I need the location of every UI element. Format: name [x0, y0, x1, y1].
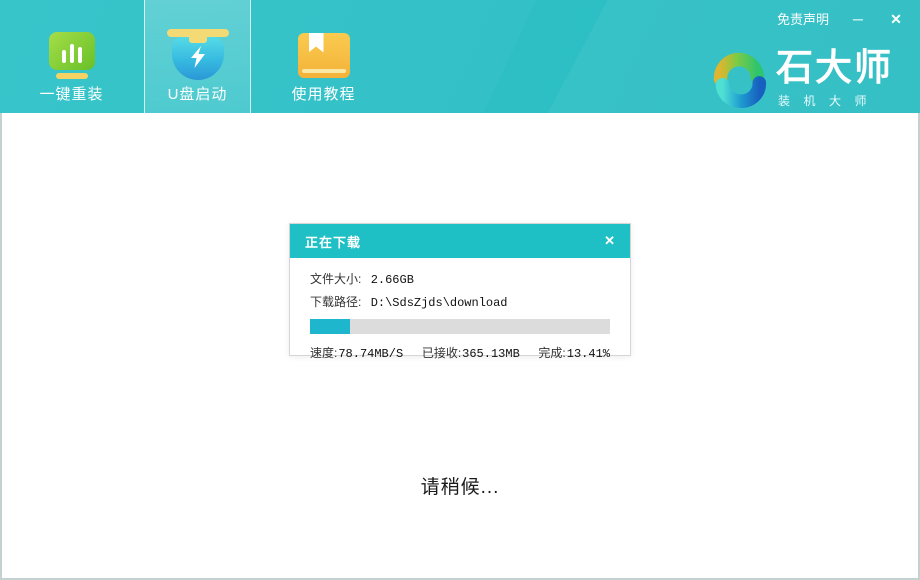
header-bar: 一键重装 U盘启动 [0, 0, 920, 113]
brand-name: 石大师 [776, 49, 893, 88]
speed-value: 78.74MB/S [338, 347, 403, 361]
close-button[interactable]: ✕ [887, 10, 905, 28]
speed-stat: 速度:78.74MB/S [310, 344, 403, 361]
tab-tutorial[interactable]: 使用教程 [270, 0, 377, 113]
tab-one-key-reinstall[interactable]: 一键重装 [18, 0, 125, 113]
tutorial-iconbox [298, 28, 350, 82]
download-dialog: 正在下载 ✕ 文件大小: 2.66GB 下载路径: D:\SdsZjds\dow… [289, 223, 631, 356]
progress-bar-fill [310, 319, 350, 334]
book-icon [298, 33, 350, 78]
brand-swirl-icon [709, 49, 767, 109]
progress-bar-track [310, 319, 610, 334]
dialog-close-icon[interactable]: ✕ [604, 233, 615, 249]
app-window: 一键重装 U盘启动 [0, 0, 920, 580]
done-value: 13.41% [567, 347, 610, 361]
done-stat: 完成:13.41% [538, 344, 610, 361]
brand-logo: 石大师 装机大师 [709, 49, 893, 109]
main-nav-tabs: 一键重装 U盘启动 [18, 0, 377, 113]
dialog-title: 正在下载 [305, 232, 361, 251]
disclaimer-link[interactable]: 免责声明 [777, 9, 829, 28]
please-wait-text: 请稍候... [2, 472, 918, 499]
minimize-button[interactable]: ─ [849, 10, 867, 28]
tab-label: 使用教程 [291, 83, 355, 104]
tab-usb-boot[interactable]: U盘启动 [144, 0, 251, 113]
monitor-chart-icon [48, 32, 96, 79]
file-size-value: 2.66GB [371, 273, 414, 287]
speed-label: 速度: [310, 346, 337, 360]
usb-drive-icon [167, 29, 229, 81]
download-path-row: 下载路径: D:\SdsZjds\download [310, 291, 610, 314]
dialog-body: 文件大小: 2.66GB 下载路径: D:\SdsZjds\download 速… [290, 258, 630, 361]
lightning-bolt-icon [191, 46, 206, 68]
received-value: 365.13MB [462, 347, 520, 361]
brand-texts: 石大师 装机大师 [776, 49, 893, 109]
tab-label: 一键重装 [39, 83, 103, 104]
dialog-titlebar: 正在下载 ✕ [290, 224, 630, 258]
download-path-label: 下载路径: [310, 295, 361, 309]
reinstall-iconbox [48, 28, 96, 82]
done-label: 完成: [538, 346, 565, 360]
usb-iconbox [167, 28, 229, 82]
titlebar-controls: 免责声明 ─ ✕ [777, 9, 905, 28]
file-size-row: 文件大小: 2.66GB [310, 268, 610, 291]
download-path-value: D:\SdsZjds\download [371, 296, 508, 310]
main-content: 正在下载 ✕ 文件大小: 2.66GB 下载路径: D:\SdsZjds\dow… [0, 113, 920, 580]
received-stat: 已接收:365.13MB [422, 344, 520, 361]
file-size-label: 文件大小: [310, 272, 361, 286]
download-stats-row: 速度:78.74MB/S 已接收:365.13MB 完成:13.41% [310, 344, 610, 361]
brand-tagline: 装机大师 [776, 92, 893, 109]
received-label: 已接收: [422, 346, 461, 360]
tab-label: U盘启动 [168, 83, 228, 104]
